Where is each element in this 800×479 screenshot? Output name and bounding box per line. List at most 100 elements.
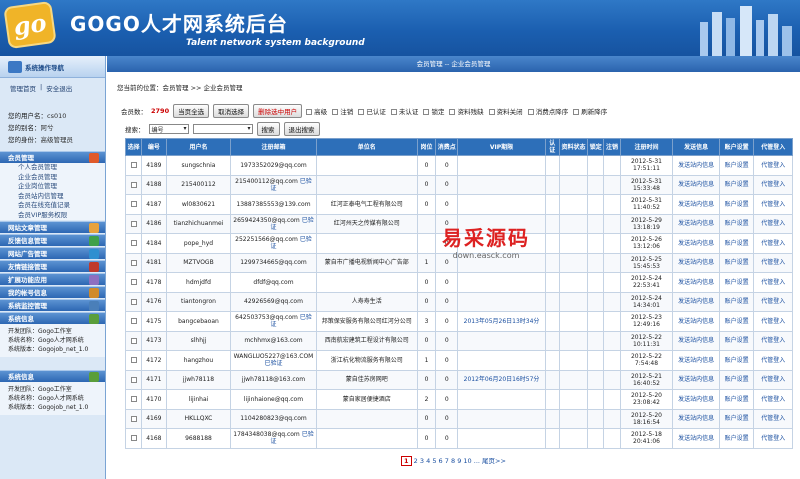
- filter-checkbox[interactable]: [390, 109, 397, 115]
- page-link[interactable]: 7: [445, 457, 449, 465]
- proxy-login-link[interactable]: 代管登入: [753, 311, 793, 332]
- sidebar-section-4[interactable]: 友情链接管理: [0, 260, 105, 272]
- send-message-link[interactable]: 发送站内信息: [672, 330, 720, 351]
- sidebar-section-3[interactable]: 网站广告管理: [0, 247, 105, 259]
- row-checkbox[interactable]: [130, 298, 137, 305]
- account-settings-link[interactable]: 账户设置: [718, 369, 755, 390]
- page-link[interactable]: 3: [420, 457, 424, 465]
- row-checkbox[interactable]: [130, 415, 137, 422]
- row-checkbox[interactable]: [130, 337, 137, 344]
- proxy-login-link[interactable]: 代管登入: [753, 194, 793, 215]
- send-message-link[interactable]: 发送站内信息: [672, 369, 720, 390]
- page-link[interactable]: 9: [457, 457, 461, 465]
- sidebar-section-2[interactable]: 反馈信息管理: [0, 234, 105, 246]
- send-message-link[interactable]: 发送站内信息: [672, 428, 720, 449]
- sidebar-subitem[interactable]: 会员站内信管理: [0, 191, 105, 201]
- proxy-login-link[interactable]: 代管登入: [753, 408, 793, 429]
- search-field-select[interactable]: 编号: [148, 124, 189, 134]
- proxy-login-link[interactable]: 代管登入: [753, 428, 793, 449]
- last-page-link[interactable]: 尾页>>: [482, 457, 506, 465]
- sidebar-section-7[interactable]: 系统监控管理: [0, 299, 105, 311]
- page-link[interactable]: 4: [426, 457, 430, 465]
- send-message-link[interactable]: 发送站内信息: [672, 291, 720, 312]
- row-checkbox[interactable]: [130, 201, 137, 208]
- send-message-link[interactable]: 发送站内信息: [672, 272, 720, 293]
- send-message-link[interactable]: 发送站内信息: [672, 155, 720, 176]
- account-settings-link[interactable]: 账户设置: [718, 389, 755, 410]
- sidebar-section-5[interactable]: 扩展功能应用: [0, 273, 105, 285]
- sidebar-subitem[interactable]: 企业会员管理: [0, 172, 105, 182]
- page-link[interactable]: 8: [451, 457, 455, 465]
- filter-checkbox[interactable]: [358, 109, 365, 115]
- row-checkbox[interactable]: [130, 279, 137, 286]
- logout-link[interactable]: 安全退出: [46, 83, 72, 93]
- account-settings-link[interactable]: 账户设置: [718, 252, 755, 273]
- proxy-login-link[interactable]: 代管登入: [753, 350, 793, 371]
- account-settings-link[interactable]: 账户设置: [718, 408, 755, 429]
- sidebar-section-sysinfo[interactable]: 系统信息: [0, 370, 105, 382]
- filter-checkbox[interactable]: [332, 109, 339, 115]
- filter-checkbox[interactable]: [423, 109, 430, 115]
- account-settings-link[interactable]: 账户设置: [718, 330, 755, 351]
- proxy-login-link[interactable]: 代管登入: [753, 389, 793, 410]
- sidebar-section-0[interactable]: 会员管理: [0, 151, 105, 163]
- filter-checkbox[interactable]: [527, 109, 534, 115]
- sidebar-section-6[interactable]: 我的帐号信息: [0, 286, 105, 298]
- sidebar-subitem[interactable]: 会员VIP服务权限: [0, 210, 105, 220]
- filter-checkbox[interactable]: [573, 109, 580, 115]
- proxy-login-link[interactable]: 代管登入: [753, 369, 793, 390]
- page-link[interactable]: 5: [432, 457, 436, 465]
- row-checkbox[interactable]: [130, 318, 137, 325]
- send-message-link[interactable]: 发送站内信息: [672, 233, 720, 254]
- row-checkbox[interactable]: [130, 396, 137, 403]
- filter-checkbox[interactable]: [449, 109, 456, 115]
- account-settings-link[interactable]: 账户设置: [718, 194, 755, 215]
- row-checkbox[interactable]: [130, 162, 137, 169]
- row-checkbox[interactable]: [130, 357, 137, 364]
- search-input[interactable]: [192, 124, 253, 134]
- proxy-login-link[interactable]: 代管登入: [753, 213, 793, 234]
- page-current[interactable]: 1: [401, 455, 412, 466]
- proxy-login-link[interactable]: 代管登入: [753, 233, 793, 254]
- send-message-link[interactable]: 发送站内信息: [672, 408, 720, 429]
- sidebar-subitem[interactable]: 个人会员管理: [0, 163, 105, 173]
- send-message-link[interactable]: 发送站内信息: [672, 252, 720, 273]
- proxy-login-link[interactable]: 代管登入: [753, 291, 793, 312]
- sidebar-section-1[interactable]: 网站文章管理: [0, 221, 105, 233]
- proxy-login-link[interactable]: 代管登入: [753, 155, 793, 176]
- select-all-button[interactable]: 当页全选: [173, 104, 210, 118]
- account-settings-link[interactable]: 账户设置: [718, 291, 755, 312]
- send-message-link[interactable]: 发送站内信息: [672, 311, 720, 332]
- send-message-link[interactable]: 发送站内信息: [672, 389, 720, 410]
- send-message-link[interactable]: 发送站内信息: [672, 350, 720, 371]
- sidebar-section-8[interactable]: 系统信息: [0, 312, 105, 324]
- row-checkbox[interactable]: [130, 240, 137, 247]
- account-settings-link[interactable]: 账户设置: [718, 174, 755, 195]
- row-checkbox[interactable]: [130, 259, 137, 266]
- row-checkbox[interactable]: [130, 435, 137, 442]
- account-settings-link[interactable]: 账户设置: [718, 350, 755, 371]
- row-checkbox[interactable]: [130, 220, 137, 227]
- cancel-selection-button[interactable]: 取消选择: [213, 104, 250, 118]
- proxy-login-link[interactable]: 代管登入: [753, 272, 793, 293]
- proxy-login-link[interactable]: 代管登入: [753, 330, 793, 351]
- page-link[interactable]: 6: [439, 457, 443, 465]
- delete-selected-button[interactable]: 删除选中用户: [253, 104, 303, 118]
- row-checkbox[interactable]: [130, 181, 137, 188]
- account-settings-link[interactable]: 账户设置: [718, 213, 755, 234]
- account-settings-link[interactable]: 账户设置: [718, 428, 755, 449]
- sidebar-subitem[interactable]: 企业岗位管理: [0, 182, 105, 192]
- exit-search-button[interactable]: 退出搜索: [283, 122, 320, 136]
- account-settings-link[interactable]: 账户设置: [718, 233, 755, 254]
- send-message-link[interactable]: 发送站内信息: [672, 213, 720, 234]
- page-link[interactable]: 10: [463, 457, 471, 465]
- proxy-login-link[interactable]: 代管登入: [753, 252, 793, 273]
- account-settings-link[interactable]: 账户设置: [718, 272, 755, 293]
- search-button[interactable]: 搜索: [256, 122, 280, 136]
- filter-checkbox[interactable]: [488, 109, 495, 115]
- filter-checkbox[interactable]: [306, 109, 313, 115]
- proxy-login-link[interactable]: 代管登入: [753, 174, 793, 195]
- row-checkbox[interactable]: [130, 376, 137, 383]
- send-message-link[interactable]: 发送站内信息: [672, 194, 720, 215]
- sidebar-subitem[interactable]: 会员在线充值记录: [0, 201, 105, 211]
